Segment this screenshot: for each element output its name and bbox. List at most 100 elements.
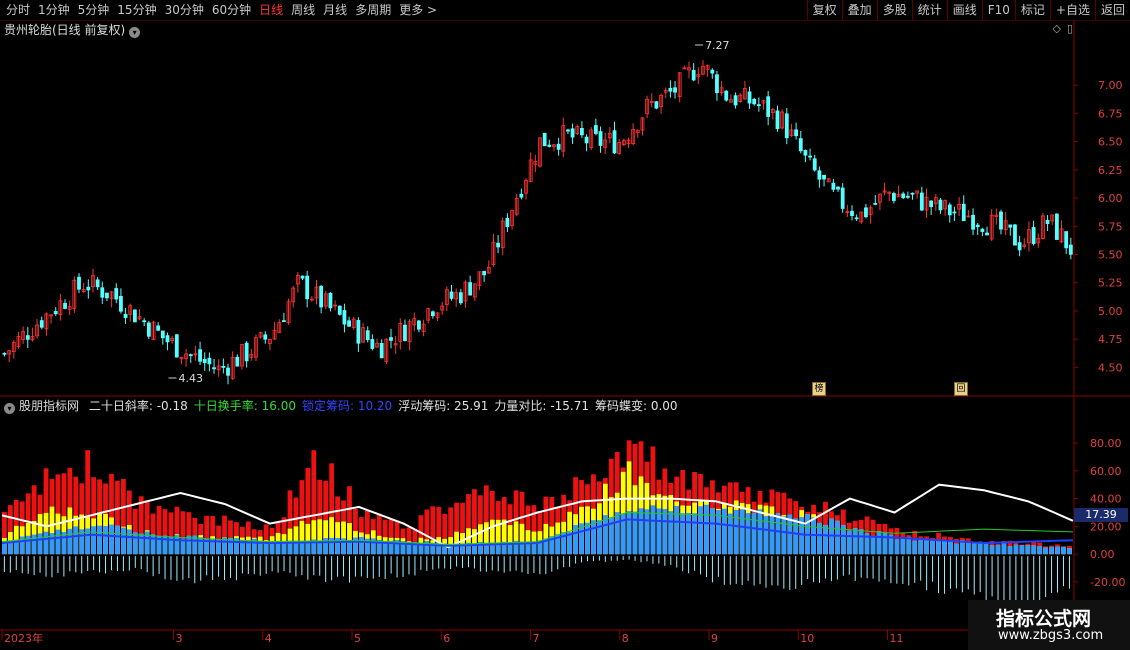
candle-body [263, 334, 268, 340]
candle-body [519, 193, 524, 198]
ind-bar-blue [995, 544, 1001, 555]
candle-body [505, 218, 510, 228]
ind-bar-blue [954, 543, 959, 555]
candle-body [570, 128, 575, 138]
candle-body [365, 330, 370, 341]
price-tick-label: 5.25 [1098, 277, 1123, 290]
ind-tick-label: 80.00 [1090, 437, 1122, 450]
candle-body [212, 367, 216, 370]
indicator-item-2: 锁定筹码: 10.20 [301, 399, 393, 413]
price-tick-label: 7.00 [1098, 79, 1123, 92]
ind-bar-blue [1061, 546, 1066, 555]
chevron-down-icon[interactable]: ▾ [129, 27, 141, 38]
candle-body [221, 365, 226, 368]
candle-body [840, 187, 845, 209]
candle-body [132, 309, 137, 323]
candle-body [25, 335, 30, 340]
candle-body [985, 232, 989, 236]
ind-bar-blue [1055, 546, 1060, 555]
chevron-down-icon[interactable]: ▾ [4, 403, 15, 414]
candle-body [389, 337, 393, 341]
indicator-item-3: 浮动筹码: 25.91 [398, 399, 489, 413]
ind-bar-blue [852, 528, 858, 555]
candle-body [756, 104, 761, 107]
price-tick-label: 6.25 [1098, 164, 1123, 177]
ind-bar-blue [942, 539, 947, 555]
price-tick-label: 6.50 [1098, 136, 1123, 149]
indicator-item-0: 二十日斜率: -0.18 [88, 399, 188, 413]
candle-body [910, 192, 915, 195]
ind-bar-blue [704, 504, 709, 555]
badge-bang[interactable]: 榜 [812, 382, 826, 396]
ind-bar-blue [1043, 547, 1049, 555]
ind-bar-blue [1019, 545, 1025, 555]
ind-bar-blue [73, 526, 79, 555]
ind-bar-blue [132, 532, 138, 555]
ind-bar-blue [692, 513, 697, 555]
ind-bar-blue [781, 516, 787, 555]
price-tick-label: 4.50 [1098, 361, 1123, 374]
candle-body [244, 342, 249, 362]
ind-bar-blue [757, 509, 763, 555]
diamond-icon[interactable]: ◇ [1052, 22, 1060, 35]
candle-body [817, 170, 822, 180]
watermark-text: 指标公式网 [996, 608, 1092, 630]
candle-body [710, 69, 715, 74]
candle-body [63, 302, 67, 309]
candle-body [1008, 224, 1013, 228]
x-label-0: 2023年 [4, 631, 43, 645]
ind-bar-blue [186, 535, 192, 555]
ind-bar-blue [1067, 548, 1072, 555]
candle-body [1054, 213, 1059, 240]
price-tick-label: 5.50 [1098, 249, 1123, 262]
candle-body [580, 127, 584, 136]
ind-bar-blue [894, 539, 900, 555]
candle-body [812, 158, 817, 171]
ind-bar-blue [591, 520, 596, 555]
candle-body [39, 320, 44, 328]
candle-body [794, 129, 799, 137]
ind-bar-blue [668, 511, 674, 555]
candle-body [207, 357, 212, 365]
ind-bar-blue [989, 545, 995, 555]
candle-body [850, 210, 854, 216]
candle-body [468, 282, 473, 296]
candle-body [482, 270, 487, 276]
candle-body [584, 136, 589, 144]
ind-bar-blue [721, 508, 727, 555]
ind-tick-label: 60.00 [1090, 465, 1122, 478]
ind-bar-blue [870, 535, 876, 555]
x-label-7: 9 [711, 632, 718, 645]
ind-bar-blue [1013, 544, 1019, 555]
candle-body [547, 144, 552, 147]
watermark-url: www.zbgs3.com [998, 628, 1104, 643]
candle-body [980, 228, 985, 232]
candle-body [715, 74, 719, 94]
x-label-1: 3 [176, 632, 183, 645]
candle-body [891, 193, 896, 201]
ind-bar-blue [858, 529, 864, 555]
ind-bar-blue [174, 535, 180, 555]
candle-body [668, 87, 673, 92]
indicator-header: ▾ 股朋指标网 二十日斜率: -0.18 十日换手率: 16.00 锁定筹码: 10.… [4, 397, 684, 414]
ind-bar-blue [602, 515, 608, 555]
candle-body [905, 195, 910, 198]
ind-bar-blue [930, 540, 935, 555]
ind-bar-blue [222, 537, 227, 555]
candle-body [417, 320, 421, 330]
candle-body [566, 129, 570, 132]
indicator-name: 股朋指标网 [19, 399, 80, 413]
candle-body [337, 305, 342, 315]
ind-bar-blue [924, 539, 930, 555]
indicator-item-4: 力量对比: -15.71 [494, 399, 589, 413]
restore-icon[interactable]: ▯ [1067, 22, 1073, 35]
ind-bar-blue [751, 512, 757, 555]
ind-bar-blue [739, 509, 745, 555]
candle-body [86, 286, 91, 291]
ind-bar-blue [686, 513, 692, 555]
candle-body [938, 199, 943, 211]
candle-body [798, 138, 803, 152]
ind-tick-label: 0.00 [1090, 548, 1115, 561]
badge-hui[interactable]: 回 [954, 382, 968, 396]
ind-bar-blue [115, 525, 120, 555]
